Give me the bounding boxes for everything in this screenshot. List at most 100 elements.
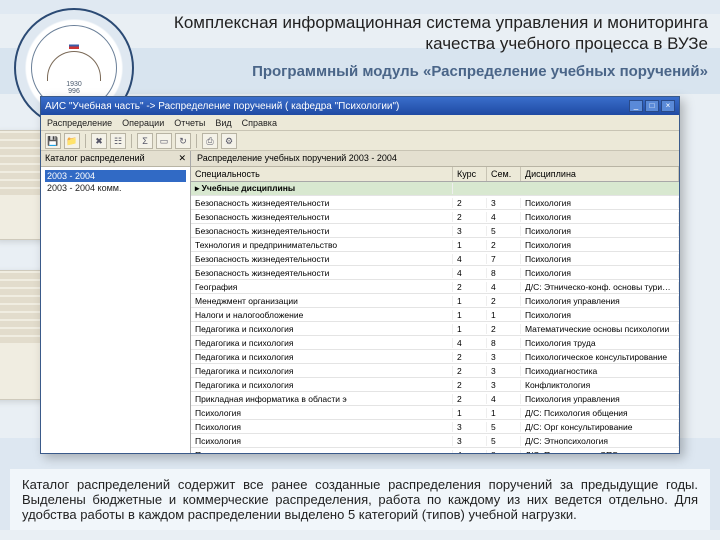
- slide-subtitle: Программный модуль «Распределение учебны…: [150, 63, 708, 80]
- table-row[interactable]: Безопасность жизнедеятельности47Психолог…: [191, 252, 679, 266]
- cell-disc: Психология: [521, 310, 679, 320]
- cell-sem: 3: [487, 352, 521, 362]
- cell-disc: Д/С: Орг консультирование: [521, 422, 679, 432]
- window-titlebar[interactable]: АИС "Учебная часть" -> Распределение пор…: [41, 97, 679, 115]
- separator: [131, 134, 132, 148]
- cell-sem: 7: [487, 254, 521, 264]
- cell-kurs: 1: [453, 296, 487, 306]
- cell-kurs: 3: [453, 226, 487, 236]
- table-row[interactable]: Безопасность жизнедеятельности23Психолог…: [191, 196, 679, 210]
- table-row[interactable]: Менеджмент организации12Психология управ…: [191, 294, 679, 308]
- menu-item[interactable]: Операции: [122, 118, 164, 128]
- cell-sem: 4: [487, 212, 521, 222]
- table-row[interactable]: Технология и предпринимательство12Психол…: [191, 238, 679, 252]
- tree-item[interactable]: 2003 - 2004: [45, 170, 186, 182]
- grid-pane: Распределение учебных поручений 2003 - 2…: [191, 151, 679, 453]
- page-icon[interactable]: ▭: [156, 133, 172, 149]
- cell-spec: Налоги и налогообложение: [191, 310, 453, 320]
- grid-body[interactable]: ▸ Учебные дисциплины Безопасность жизнеде…: [191, 182, 679, 453]
- menubar: Распределение Операции Отчеты Вид Справк…: [41, 115, 679, 131]
- col-kurs[interactable]: Курс: [453, 167, 487, 181]
- menu-item[interactable]: Справка: [242, 118, 277, 128]
- cell-spec: Безопасность жизнедеятельности: [191, 198, 453, 208]
- table-row[interactable]: Психология11Д/С: Психология общения: [191, 406, 679, 420]
- slide-title-line2: качества учебного процесса в ВУЗе: [150, 33, 708, 54]
- save-icon[interactable]: 💾: [45, 133, 61, 149]
- cell-kurs: 3: [453, 436, 487, 446]
- cell-sem: 8: [487, 450, 521, 454]
- table-row[interactable]: Безопасность жизнедеятельности35Психолог…: [191, 224, 679, 238]
- cell-disc: Психология: [521, 254, 679, 264]
- cell-disc: Психодиагностика: [521, 366, 679, 376]
- cell-sem: 5: [487, 422, 521, 432]
- group-row[interactable]: ▸ Учебные дисциплины: [191, 182, 679, 196]
- table-row[interactable]: Педагогика и психология23Конфликтология: [191, 378, 679, 392]
- table-row[interactable]: Педагогика и психология12Математические …: [191, 322, 679, 336]
- window-title: АИС "Учебная часть" -> Распределение пор…: [45, 101, 399, 112]
- cell-kurs: 2: [453, 352, 487, 362]
- cell-kurs: 2: [453, 394, 487, 404]
- cell-kurs: 1: [453, 324, 487, 334]
- cell-spec: Безопасность жизнедеятельности: [191, 268, 453, 278]
- tree-icon[interactable]: ☷: [110, 133, 126, 149]
- menu-item[interactable]: Распределение: [47, 118, 112, 128]
- maximize-button[interactable]: □: [645, 100, 659, 112]
- menu-item[interactable]: Отчеты: [174, 118, 205, 128]
- col-disc[interactable]: Дисциплина: [521, 167, 679, 181]
- cell-disc: Психология: [521, 268, 679, 278]
- cell-kurs: 3: [453, 422, 487, 432]
- table-row[interactable]: Налоги и налогообложение11Психология: [191, 308, 679, 322]
- minimize-button[interactable]: _: [629, 100, 643, 112]
- refresh-icon[interactable]: ↻: [175, 133, 191, 149]
- menu-item[interactable]: Вид: [215, 118, 231, 128]
- cell-disc: Д/С: Этническо-конф. основы туризма: [521, 282, 679, 292]
- sum-icon[interactable]: Σ: [137, 133, 153, 149]
- table-row[interactable]: Безопасность жизнедеятельности24Психолог…: [191, 210, 679, 224]
- cell-sem: 1: [487, 408, 521, 418]
- table-row[interactable]: Педагогика и психология23Психодиагностик…: [191, 364, 679, 378]
- table-row[interactable]: География24Д/С: Этническо-конф. основы т…: [191, 280, 679, 294]
- folder-icon[interactable]: 📁: [64, 133, 80, 149]
- col-spec[interactable]: Специальность: [191, 167, 453, 181]
- table-row[interactable]: Безопасность жизнедеятельности48Психолог…: [191, 266, 679, 280]
- cell-disc: Д/С: Этнопсихология: [521, 436, 679, 446]
- table-row[interactable]: Прикладная информатика в области э24Псих…: [191, 392, 679, 406]
- cell-kurs: 4: [453, 254, 487, 264]
- seal-year: 1930: [66, 81, 82, 88]
- slide-title-line1: Комплексная информационная система управ…: [150, 12, 708, 33]
- cell-sem: 4: [487, 282, 521, 292]
- cell-kurs: 1: [453, 408, 487, 418]
- cell-kurs: 4: [453, 268, 487, 278]
- seal-year: 996: [68, 88, 80, 95]
- delete-icon[interactable]: ✖: [91, 133, 107, 149]
- cell-disc: Психология: [521, 226, 679, 236]
- cell-disc: Психология: [521, 198, 679, 208]
- grid-title: Распределение учебных поручений 2003 - 2…: [191, 151, 679, 167]
- table-row[interactable]: Педагогика и психология48Психология труд…: [191, 336, 679, 350]
- cell-sem: 2: [487, 240, 521, 250]
- cell-disc: Психология труда: [521, 338, 679, 348]
- col-sem[interactable]: Сем.: [487, 167, 521, 181]
- print-icon[interactable]: ⎙: [202, 133, 218, 149]
- tree-item[interactable]: 2003 - 2004 комм.: [45, 182, 186, 194]
- cell-sem: 4: [487, 394, 521, 404]
- tool-icon[interactable]: ⚙: [221, 133, 237, 149]
- close-pane-button[interactable]: ✕: [178, 153, 186, 164]
- app-window: АИС "Учебная часть" -> Распределение пор…: [40, 96, 680, 454]
- cell-sem: 8: [487, 338, 521, 348]
- cell-disc: Д/С: Практикум по СПЭ: [521, 450, 679, 454]
- cell-sem: 5: [487, 436, 521, 446]
- cell-sem: 2: [487, 296, 521, 306]
- cell-kurs: 2: [453, 366, 487, 376]
- table-row[interactable]: Педагогика и психология23Психологическое…: [191, 350, 679, 364]
- group-label: ▸ Учебные дисциплины: [191, 183, 453, 194]
- table-row[interactable]: Психология48Д/С: Практикум по СПЭ: [191, 448, 679, 453]
- cell-spec: Психология: [191, 408, 453, 418]
- toolbar: 💾 📁 ✖ ☷ Σ ▭ ↻ ⎙ ⚙: [41, 131, 679, 151]
- table-row[interactable]: Психология35Д/С: Этнопсихология: [191, 434, 679, 448]
- cell-kurs: 4: [453, 338, 487, 348]
- close-button[interactable]: ×: [661, 100, 675, 112]
- catalog-title: Каталог распределений: [45, 153, 145, 164]
- table-row[interactable]: Психология35Д/С: Орг консультирование: [191, 420, 679, 434]
- catalog-tree[interactable]: 2003 - 2004 2003 - 2004 комм.: [41, 167, 190, 197]
